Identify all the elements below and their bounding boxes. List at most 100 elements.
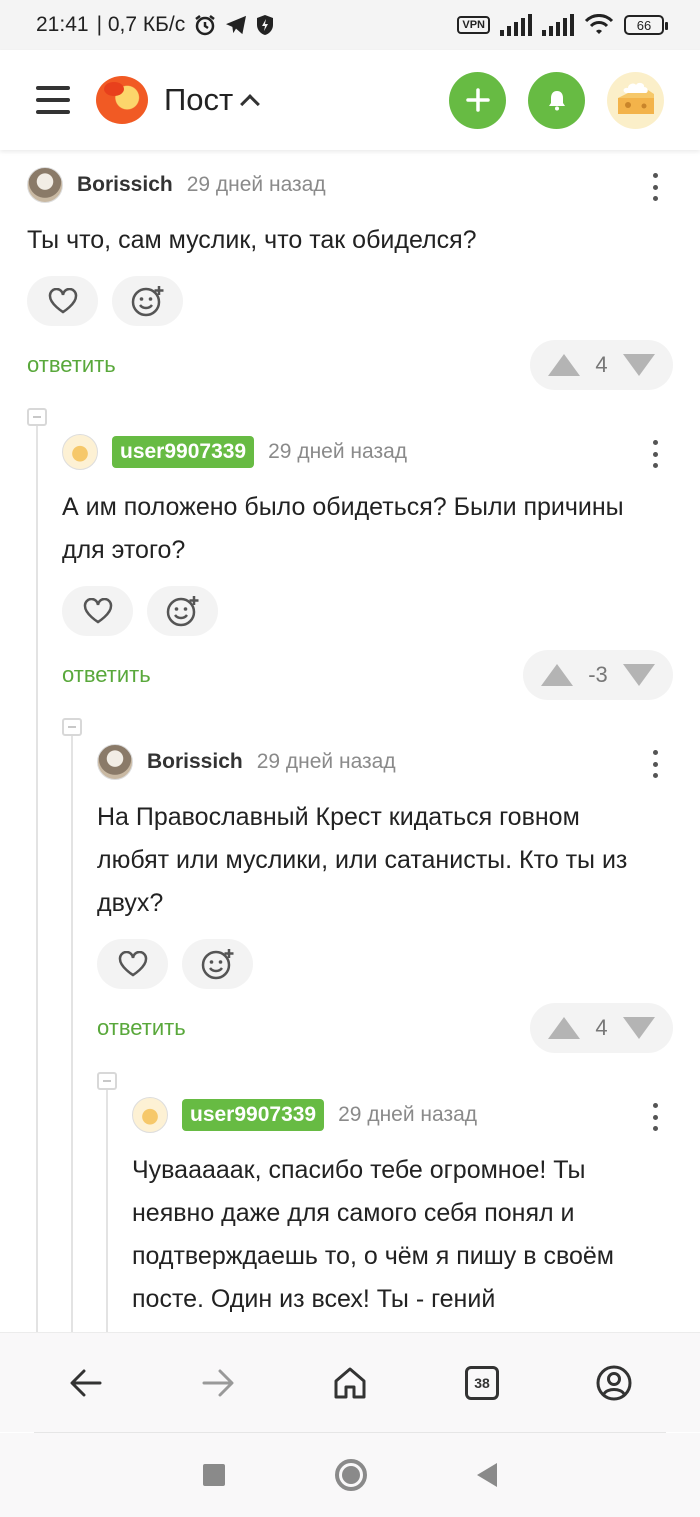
reaction-button[interactable]	[147, 586, 218, 636]
comment-actions	[97, 939, 658, 989]
comment-footer: ответить -3	[62, 650, 673, 700]
forward-button[interactable]	[188, 1353, 248, 1413]
signal-icon	[500, 14, 532, 36]
comments-list: Borissich 29 дней назад Ты что, сам мусл…	[0, 150, 700, 1332]
collapse-thread-button[interactable]	[27, 408, 47, 426]
comment-text: Ты что, сам муслик, что так обиделся?	[27, 226, 477, 254]
heart-icon	[83, 598, 112, 624]
comment-author[interactable]: Borissich	[147, 750, 243, 774]
comment-header: user9907339 29 дней назад	[132, 1095, 658, 1135]
vote-control: -3	[523, 650, 673, 700]
profile-icon	[596, 1365, 632, 1400]
vote-control: 4	[530, 1003, 673, 1053]
reply-link[interactable]: ответить	[27, 352, 116, 378]
heart-icon	[118, 951, 147, 977]
comment-rating: -3	[588, 662, 608, 687]
comment-text: А им положено было обидеться? Были причи…	[62, 493, 624, 564]
notifications-button[interactable]	[528, 71, 585, 129]
thread-line	[71, 730, 73, 1332]
hamburger-icon[interactable]	[36, 86, 70, 114]
recent-apps-button[interactable]	[203, 1464, 225, 1486]
page-title-dropdown[interactable]: Пост	[164, 82, 261, 118]
vpn-badge: VPN	[457, 16, 490, 34]
home-icon	[334, 1367, 366, 1398]
arrow-left-icon	[70, 1369, 102, 1396]
comment-time[interactable]: 29 дней назад	[268, 440, 407, 464]
comment: Borissich 29 дней назад На Православный …	[97, 742, 673, 1053]
tabs-button[interactable]: 38	[452, 1353, 512, 1413]
bell-icon	[548, 91, 565, 111]
browser-nav-bar: 38	[0, 1332, 700, 1432]
reply-link[interactable]: ответить	[62, 662, 151, 688]
arrow-down-icon[interactable]	[623, 664, 655, 686]
collapse-thread-button[interactable]	[62, 718, 82, 736]
comment: user9907339 29 дней назад Чувааааак, спа…	[132, 1095, 658, 1321]
page-title: Пост	[164, 82, 234, 117]
tabs-count: 38	[465, 1365, 499, 1400]
reaction-button[interactable]	[182, 939, 253, 989]
arrow-up-icon[interactable]	[541, 664, 573, 686]
plus-icon	[465, 88, 490, 112]
chevron-up-icon	[240, 94, 261, 114]
back-button[interactable]	[56, 1353, 116, 1413]
comment-header: Borissich 29 дней назад	[97, 742, 658, 782]
comment: user9907339 29 дней назад А им положено …	[62, 432, 673, 700]
avatar[interactable]	[62, 434, 98, 470]
comment-actions	[27, 276, 658, 326]
comment-time[interactable]: 29 дней назад	[257, 750, 396, 774]
like-button[interactable]	[97, 939, 168, 989]
arrow-right-icon	[202, 1369, 234, 1396]
comment-rating: 4	[595, 352, 608, 377]
avatar[interactable]	[97, 744, 133, 780]
comment-rating: 4	[595, 1015, 608, 1040]
system-home-button[interactable]	[335, 1459, 367, 1491]
system-nav-bar	[0, 1433, 700, 1517]
comment-footer: ответить 4	[27, 340, 673, 390]
comment-header: user9907339 29 дней назад	[62, 432, 658, 472]
kebab-icon[interactable]	[652, 440, 658, 468]
like-button[interactable]	[62, 586, 133, 636]
signal-icon-2	[542, 14, 574, 36]
arrow-up-icon[interactable]	[548, 354, 580, 376]
kebab-icon[interactable]	[652, 173, 658, 201]
alarm-icon	[195, 15, 215, 36]
thread-line	[106, 1084, 108, 1332]
telegram-icon	[226, 15, 247, 35]
avatar[interactable]	[132, 1097, 168, 1133]
add-post-button[interactable]	[449, 71, 506, 129]
comment-header: Borissich 29 дней назад	[27, 165, 658, 205]
comment-text: Чувааааак, спасибо тебе огромное! Ты нея…	[132, 1156, 614, 1313]
header-actions	[449, 71, 664, 129]
home-button[interactable]	[320, 1353, 380, 1413]
app-header: Пост	[0, 50, 700, 150]
thread-line	[36, 420, 38, 1332]
profile-button[interactable]	[584, 1353, 644, 1413]
pikabu-logo[interactable]	[96, 76, 148, 124]
arrow-down-icon[interactable]	[623, 354, 655, 376]
battery-indicator: 66	[624, 15, 668, 35]
user-avatar-button[interactable]	[607, 71, 664, 129]
cheese-avatar-icon	[617, 82, 654, 114]
arrow-up-icon[interactable]	[548, 1017, 580, 1039]
like-button[interactable]	[27, 276, 98, 326]
avatar[interactable]	[27, 167, 63, 203]
kebab-icon[interactable]	[652, 1103, 658, 1131]
status-bar: 21:41 | 0,7 КБ/с VPN 66	[0, 0, 700, 50]
comment-footer: ответить 4	[97, 1003, 673, 1053]
status-right: VPN 66	[457, 14, 668, 36]
comment-actions	[62, 586, 658, 636]
emoji-add-icon	[166, 596, 198, 627]
comment-text: На Православный Крест кидаться говном лю…	[97, 803, 628, 917]
reply-link[interactable]: ответить	[97, 1015, 186, 1041]
comment-author[interactable]: user9907339	[112, 436, 255, 468]
comment-author[interactable]: user9907339	[182, 1099, 325, 1131]
comment-author[interactable]: Borissich	[77, 173, 173, 197]
system-back-button[interactable]	[477, 1463, 497, 1487]
kebab-icon[interactable]	[652, 750, 658, 778]
comment: Borissich 29 дней назад Ты что, сам мусл…	[27, 165, 673, 390]
comment-time[interactable]: 29 дней назад	[187, 173, 326, 197]
collapse-thread-button[interactable]	[97, 1072, 117, 1090]
reaction-button[interactable]	[112, 276, 183, 326]
comment-time[interactable]: 29 дней назад	[338, 1103, 477, 1127]
arrow-down-icon[interactable]	[623, 1017, 655, 1039]
